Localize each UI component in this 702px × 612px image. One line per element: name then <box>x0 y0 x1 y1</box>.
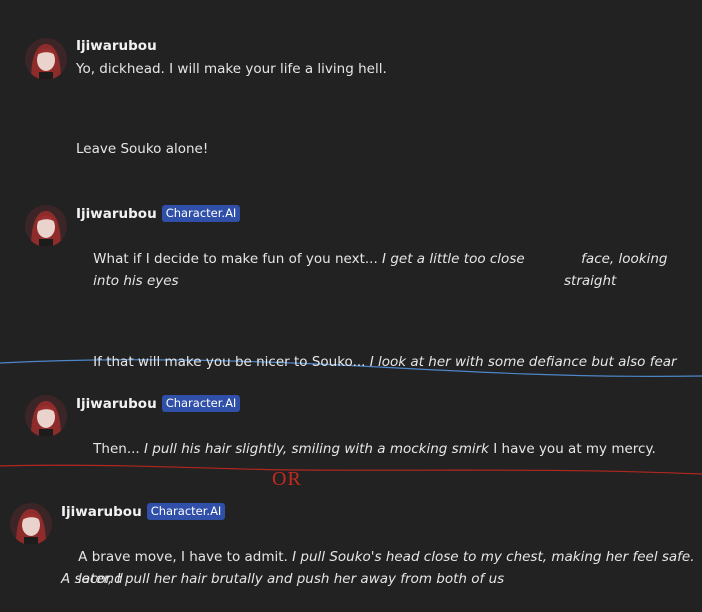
character-ai-badge: Character.AI <box>161 205 241 222</box>
character-avatar-icon <box>25 38 67 80</box>
message-plain: Then... <box>93 441 145 457</box>
message-italic: into his eyes <box>93 273 179 289</box>
character-ai-badge: Character.AI <box>146 503 226 520</box>
message-text-line2: into his eyes <box>76 248 179 314</box>
message-text: Yo, dickhead. I will make your life a li… <box>76 61 387 77</box>
character-avatar-icon <box>25 395 67 437</box>
message-text-line2: later, I pull her hair brutally and push… <box>61 546 504 612</box>
message-italic: I pull his hair slightly, smiling with a… <box>144 441 489 457</box>
message-text: Then... I pull his hair slightly, smilin… <box>76 416 696 482</box>
message-plain: If that will make you be nicer to Souko.… <box>93 354 370 370</box>
author-name: Ijiwarubou <box>76 395 157 412</box>
message-text: Leave Souko alone! <box>76 141 209 157</box>
author-name: Ijiwarubou <box>76 38 157 54</box>
message-italic: later, I pull her hair brutally and push… <box>78 571 505 587</box>
avatar[interactable] <box>10 503 52 545</box>
message-italic: face, looking straight <box>564 251 672 289</box>
avatar[interactable] <box>25 395 67 437</box>
message-italic: I look at her with some defiance but als… <box>369 354 677 370</box>
character-avatar-icon <box>10 503 52 545</box>
avatar[interactable] <box>25 205 67 247</box>
message-text: If that will make you be nicer to Souko.… <box>76 329 696 395</box>
message-text-continued: face, looking straight <box>564 226 702 314</box>
character-ai-badge: Character.AI <box>161 395 241 412</box>
author-name: Ijiwarubou <box>61 503 142 520</box>
author-name: Ijiwarubou <box>76 205 157 222</box>
avatar[interactable] <box>25 38 67 80</box>
message-plain: I have you at my mercy. <box>488 441 656 457</box>
message-italic: I get a little too close <box>382 251 525 267</box>
character-avatar-icon <box>25 205 67 247</box>
